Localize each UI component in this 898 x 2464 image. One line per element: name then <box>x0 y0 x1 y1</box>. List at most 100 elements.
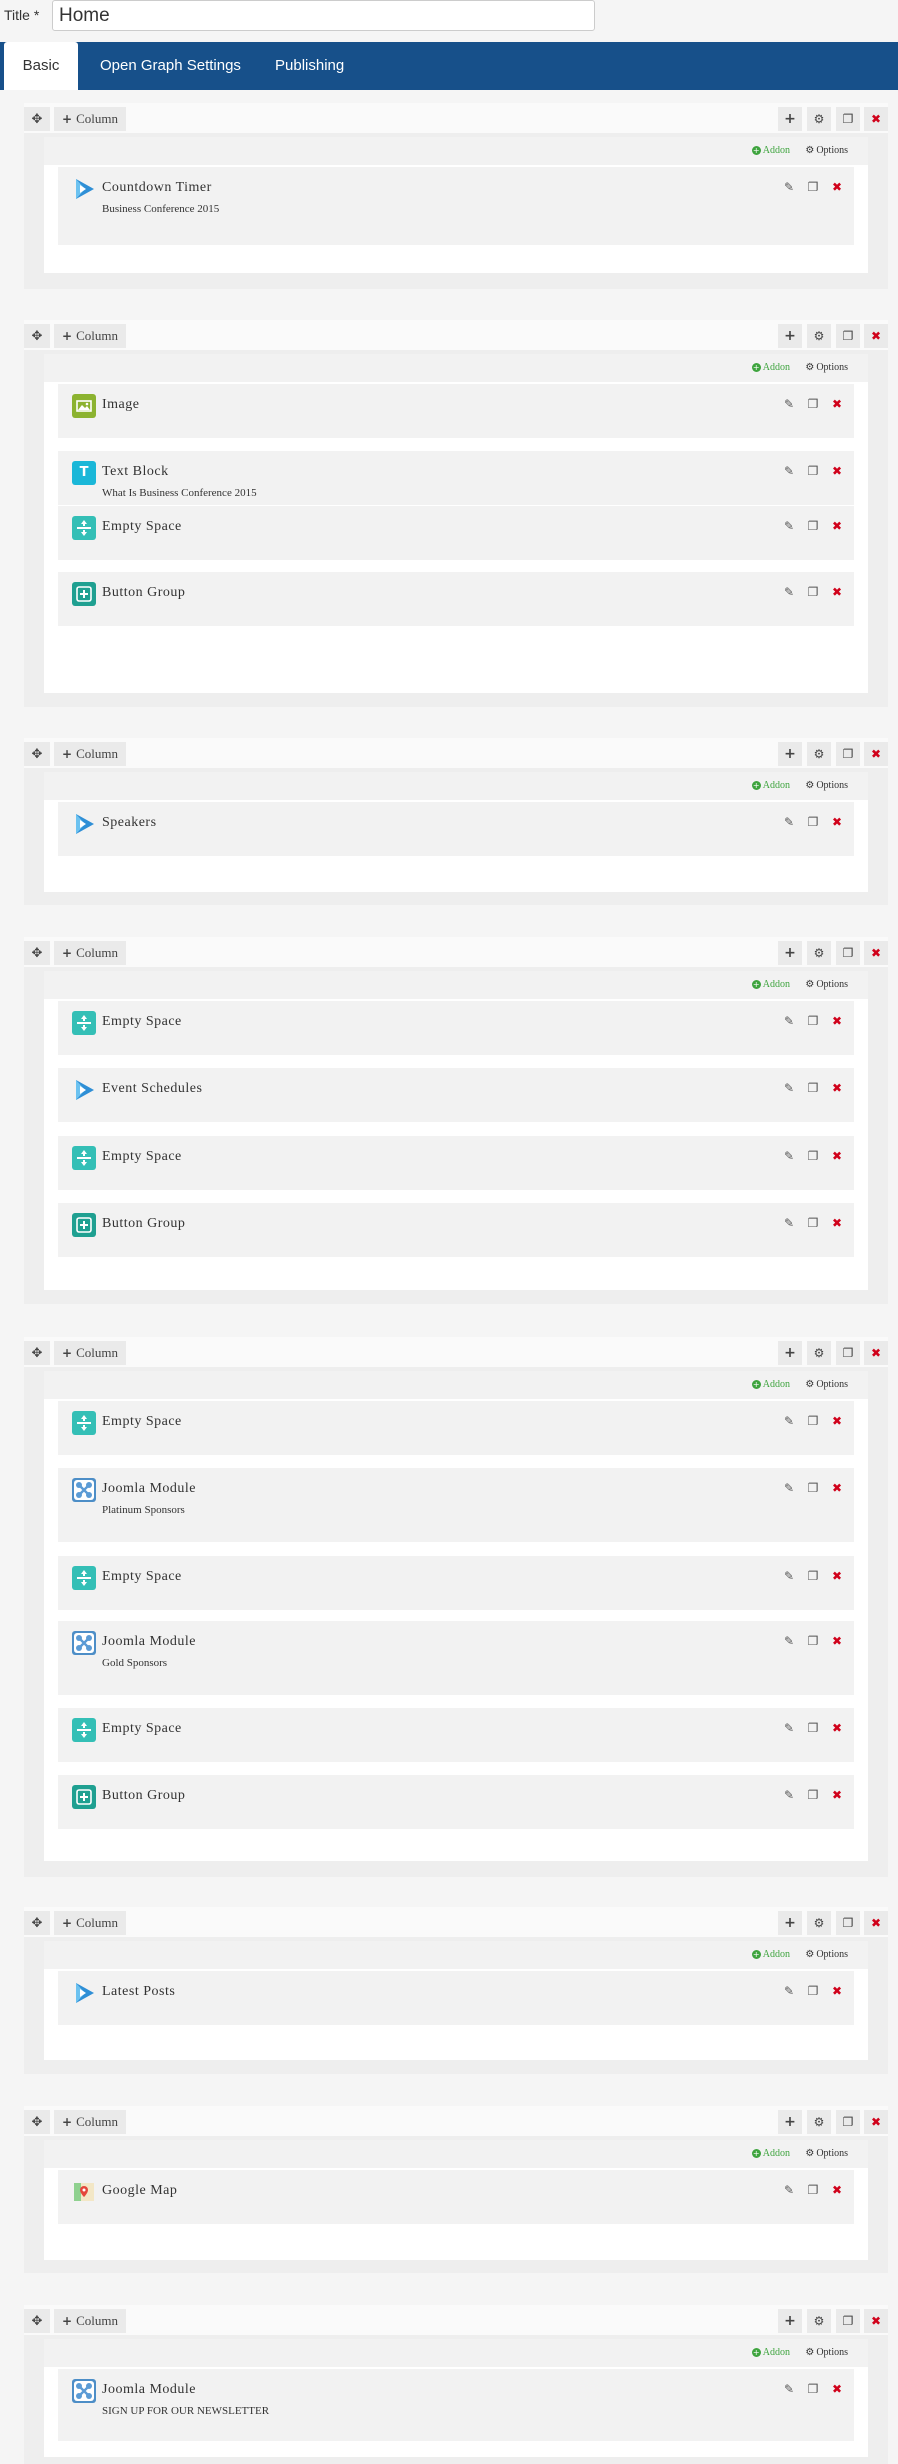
gear-icon[interactable]: ⚙ <box>807 1341 831 1365</box>
column-options-link[interactable]: ⚙ Options <box>805 1379 848 1390</box>
delete-icon[interactable]: ✖ <box>830 1481 844 1495</box>
addon-item[interactable]: Image ✎ ❐ ✖ <box>58 384 854 438</box>
duplicate-icon[interactable]: ❐ <box>806 585 820 599</box>
delete-row-icon[interactable]: ✖ <box>864 1911 888 1935</box>
title-input[interactable] <box>52 0 595 31</box>
edit-pencil-icon[interactable]: ✎ <box>782 2382 796 2396</box>
addon-item[interactable]: Empty Space ✎ ❐ ✖ <box>58 1401 854 1455</box>
column-options-link[interactable]: ⚙ Options <box>805 1949 848 1960</box>
add-addon-link[interactable]: + Addon <box>751 2148 790 2159</box>
delete-row-icon[interactable]: ✖ <box>864 1341 888 1365</box>
add-addon-link[interactable]: + Addon <box>751 979 790 990</box>
addon-item[interactable]: Joomla Module SIGN UP FOR OUR NEWSLETTER… <box>58 2369 854 2441</box>
edit-pencil-icon[interactable]: ✎ <box>782 1634 796 1648</box>
addon-item[interactable]: Empty Space ✎ ❐ ✖ <box>58 1556 854 1610</box>
edit-pencil-icon[interactable]: ✎ <box>782 397 796 411</box>
addon-item[interactable]: Empty Space ✎ ❐ ✖ <box>58 1708 854 1762</box>
addon-item[interactable]: Empty Space ✎ ❐ ✖ <box>58 506 854 560</box>
duplicate-icon[interactable]: ❐ <box>806 1569 820 1583</box>
copy-icon[interactable]: ❐ <box>836 324 860 348</box>
column-options-link[interactable]: ⚙ Options <box>805 979 848 990</box>
gear-icon[interactable]: ⚙ <box>807 1911 831 1935</box>
duplicate-icon[interactable]: ❐ <box>806 180 820 194</box>
duplicate-icon[interactable]: ❐ <box>806 1721 820 1735</box>
column-options-link[interactable]: ⚙ Options <box>805 145 848 156</box>
delete-icon[interactable]: ✖ <box>830 519 844 533</box>
addon-item[interactable]: Event Schedules ✎ ❐ ✖ <box>58 1068 854 1122</box>
delete-icon[interactable]: ✖ <box>830 397 844 411</box>
gear-icon[interactable]: ⚙ <box>807 107 831 131</box>
duplicate-icon[interactable]: ❐ <box>806 1984 820 1998</box>
add-column-button[interactable]: + Column <box>54 2309 126 2333</box>
duplicate-icon[interactable]: ❐ <box>806 1414 820 1428</box>
edit-pencil-icon[interactable]: ✎ <box>782 1569 796 1583</box>
edit-pencil-icon[interactable]: ✎ <box>782 1216 796 1230</box>
edit-pencil-icon[interactable]: ✎ <box>782 585 796 599</box>
addon-item[interactable]: Button Group ✎ ❐ ✖ <box>58 1203 854 1257</box>
add-row-button[interactable]: + <box>778 2309 802 2333</box>
addon-item[interactable]: Joomla Module Platinum Sponsors ✎ ❐ ✖ <box>58 1468 854 1542</box>
gear-icon[interactable]: ⚙ <box>807 2110 831 2134</box>
duplicate-icon[interactable]: ❐ <box>806 2382 820 2396</box>
add-column-button[interactable]: + Column <box>54 107 126 131</box>
add-column-button[interactable]: + Column <box>54 324 126 348</box>
edit-pencil-icon[interactable]: ✎ <box>782 1081 796 1095</box>
addon-item[interactable]: Empty Space ✎ ❐ ✖ <box>58 1001 854 1055</box>
delete-icon[interactable]: ✖ <box>830 1984 844 1998</box>
gear-icon[interactable]: ⚙ <box>807 941 831 965</box>
edit-pencil-icon[interactable]: ✎ <box>782 1984 796 1998</box>
move-handle-icon[interactable]: ✥ <box>24 2110 50 2134</box>
edit-pencil-icon[interactable]: ✎ <box>782 2183 796 2197</box>
add-row-button[interactable]: + <box>778 107 802 131</box>
add-addon-link[interactable]: + Addon <box>751 1949 790 1960</box>
add-addon-link[interactable]: + Addon <box>751 1379 790 1390</box>
copy-icon[interactable]: ❐ <box>836 742 860 766</box>
delete-row-icon[interactable]: ✖ <box>864 941 888 965</box>
copy-icon[interactable]: ❐ <box>836 1911 860 1935</box>
delete-icon[interactable]: ✖ <box>830 1149 844 1163</box>
add-row-button[interactable]: + <box>778 941 802 965</box>
add-row-button[interactable]: + <box>778 324 802 348</box>
move-handle-icon[interactable]: ✥ <box>24 2309 50 2333</box>
delete-icon[interactable]: ✖ <box>830 1569 844 1583</box>
delete-icon[interactable]: ✖ <box>830 815 844 829</box>
add-addon-link[interactable]: + Addon <box>751 2347 790 2358</box>
addon-item[interactable]: T Text Block What Is Business Conference… <box>58 451 854 505</box>
addon-item[interactable]: Google Map ✎ ❐ ✖ <box>58 2170 854 2224</box>
addon-item[interactable]: Speakers ✎ ❐ ✖ <box>58 802 854 856</box>
delete-icon[interactable]: ✖ <box>830 1414 844 1428</box>
gear-icon[interactable]: ⚙ <box>807 324 831 348</box>
add-column-button[interactable]: + Column <box>54 1341 126 1365</box>
duplicate-icon[interactable]: ❐ <box>806 1216 820 1230</box>
edit-pencil-icon[interactable]: ✎ <box>782 1481 796 1495</box>
add-addon-link[interactable]: + Addon <box>751 145 790 156</box>
add-column-button[interactable]: + Column <box>54 941 126 965</box>
add-column-button[interactable]: + Column <box>54 742 126 766</box>
add-row-button[interactable]: + <box>778 742 802 766</box>
move-handle-icon[interactable]: ✥ <box>24 1911 50 1935</box>
addon-item[interactable]: Button Group ✎ ❐ ✖ <box>58 1775 854 1829</box>
delete-icon[interactable]: ✖ <box>830 585 844 599</box>
edit-pencil-icon[interactable]: ✎ <box>782 1788 796 1802</box>
duplicate-icon[interactable]: ❐ <box>806 1634 820 1648</box>
duplicate-icon[interactable]: ❐ <box>806 1081 820 1095</box>
duplicate-icon[interactable]: ❐ <box>806 397 820 411</box>
add-row-button[interactable]: + <box>778 1341 802 1365</box>
copy-icon[interactable]: ❐ <box>836 941 860 965</box>
duplicate-icon[interactable]: ❐ <box>806 1014 820 1028</box>
column-options-link[interactable]: ⚙ Options <box>805 2347 848 2358</box>
tab-basic[interactable]: Basic <box>4 42 78 90</box>
add-row-button[interactable]: + <box>778 2110 802 2134</box>
copy-icon[interactable]: ❐ <box>836 2110 860 2134</box>
delete-icon[interactable]: ✖ <box>830 1216 844 1230</box>
addon-item[interactable]: Countdown Timer Business Conference 2015… <box>58 167 854 245</box>
column-options-link[interactable]: ⚙ Options <box>805 362 848 373</box>
addon-item[interactable]: Button Group ✎ ❐ ✖ <box>58 572 854 626</box>
add-addon-link[interactable]: + Addon <box>751 362 790 373</box>
addon-item[interactable]: Latest Posts ✎ ❐ ✖ <box>58 1971 854 2025</box>
move-handle-icon[interactable]: ✥ <box>24 742 50 766</box>
duplicate-icon[interactable]: ❐ <box>806 2183 820 2197</box>
delete-row-icon[interactable]: ✖ <box>864 742 888 766</box>
edit-pencil-icon[interactable]: ✎ <box>782 815 796 829</box>
edit-pencil-icon[interactable]: ✎ <box>782 519 796 533</box>
